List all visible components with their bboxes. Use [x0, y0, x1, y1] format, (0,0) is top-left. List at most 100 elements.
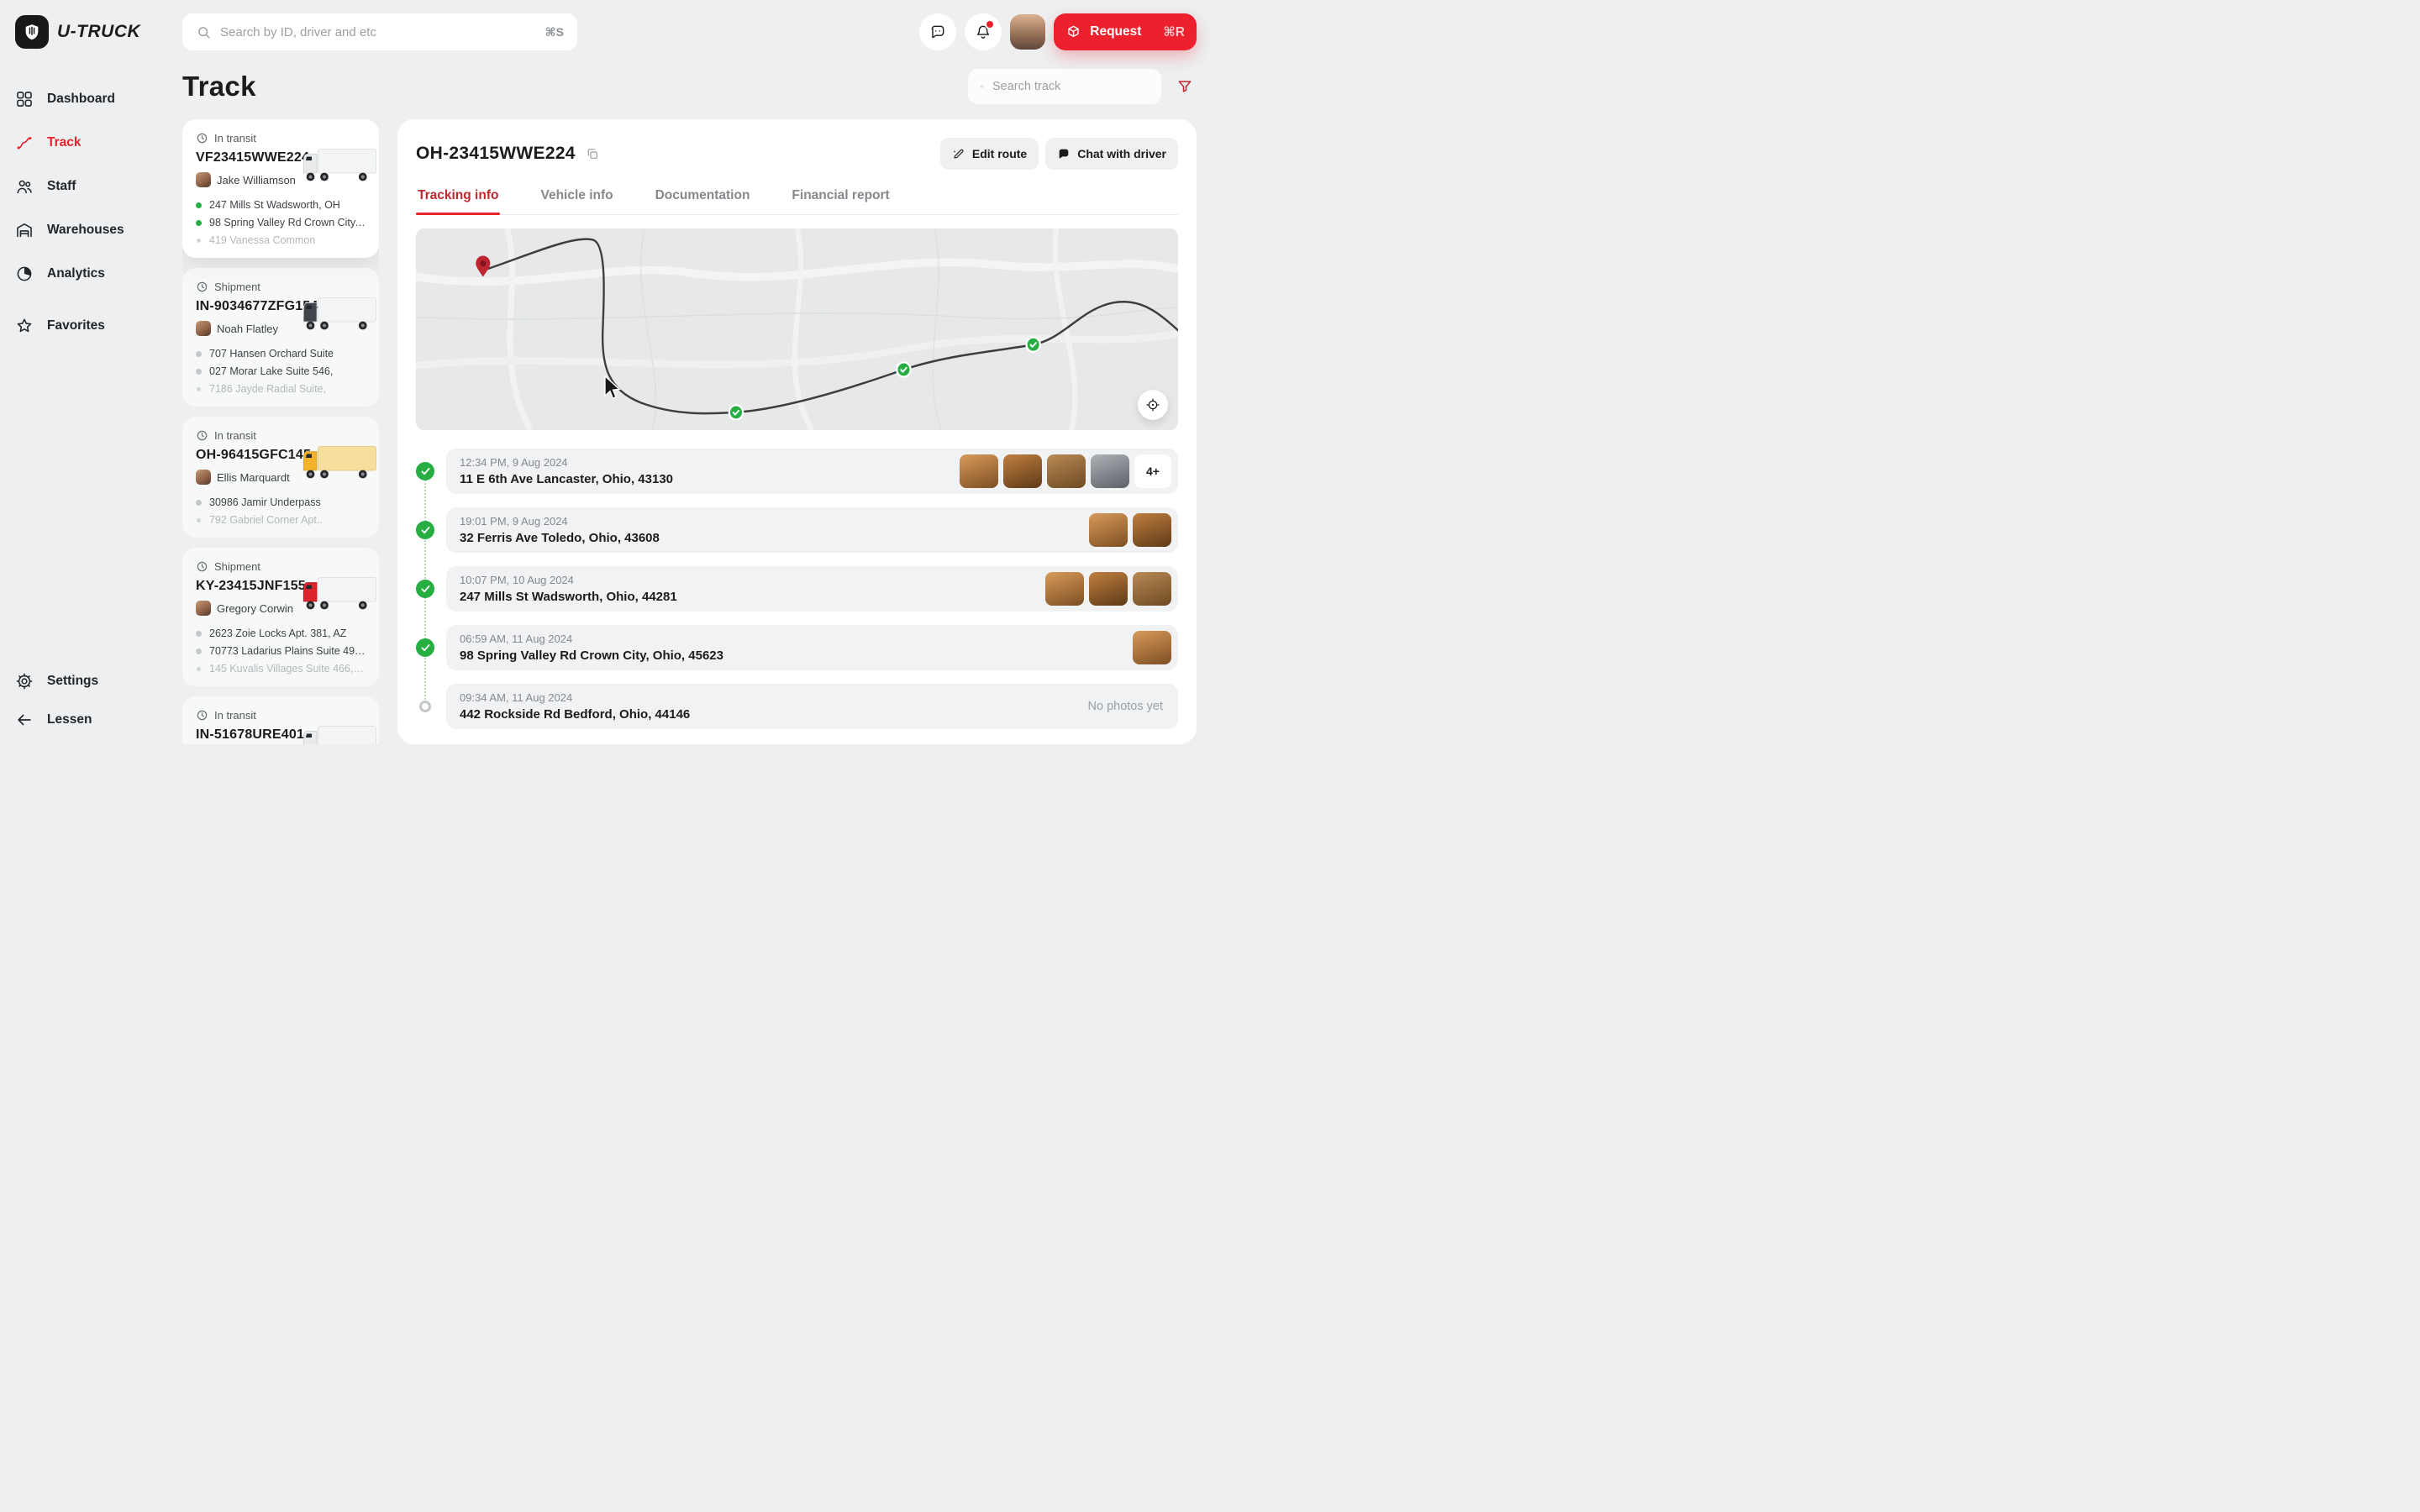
arrow-left-icon	[15, 711, 34, 729]
no-photos-label: No photos yet	[1088, 700, 1171, 713]
chat-with-driver-button[interactable]: Chat with driver	[1045, 138, 1178, 170]
search-shortcut: ⌘S	[545, 25, 564, 39]
shipment-card[interactable]: In transit OH-96415GFC145 Ellis Marquard…	[182, 417, 379, 538]
shipment-card[interactable]: In transit VF23415WWE224 Jake Williamson…	[182, 119, 379, 258]
stop: 2623 Zoie Locks Apt. 381, AZ	[196, 627, 366, 639]
track-icon	[15, 134, 34, 152]
shipment-list: In transit VF23415WWE224 Jake Williamson…	[182, 119, 379, 744]
analytics-icon	[15, 265, 34, 283]
detail-shipment-id: OH-23415WWE224	[416, 144, 576, 164]
messages-button[interactable]	[919, 13, 956, 50]
truck-image	[302, 725, 377, 744]
global-search[interactable]: ⌘S	[182, 13, 577, 50]
package-icon	[1065, 24, 1081, 40]
timeline-address: 442 Rockside Rd Bedford, Ohio, 44146	[460, 707, 690, 722]
locate-button[interactable]	[1138, 390, 1168, 420]
sidebar-item-favorites[interactable]: Favorites	[0, 304, 182, 348]
sidebar-item-analytics[interactable]: Analytics	[0, 252, 182, 296]
sidebar-item-warehouses[interactable]: Warehouses	[0, 208, 182, 252]
timeline-photos	[960, 454, 1129, 488]
photo-thumbnail[interactable]	[1089, 572, 1128, 606]
brand-logo[interactable]: U-TRUCK	[0, 13, 182, 50]
timeline-row[interactable]: 19:01 PM, 9 Aug 2024 32 Ferris Ave Toled…	[446, 507, 1178, 553]
status-clock-icon	[196, 560, 208, 573]
driver-avatar	[196, 321, 211, 336]
user-avatar[interactable]	[1010, 14, 1045, 50]
driver-avatar	[196, 470, 211, 485]
stop-list: 707 Hansen Orchard Suite 027 Morar Lake …	[196, 348, 366, 395]
notifications-button[interactable]	[965, 13, 1002, 50]
stop: 145 Kuvalis Villages Suite 466, AZ	[196, 663, 366, 675]
photo-thumbnail[interactable]	[1045, 572, 1084, 606]
sidebar-item-settings[interactable]: Settings	[0, 662, 182, 701]
sidebar-item-label: Warehouses	[47, 223, 124, 238]
global-search-input[interactable]	[220, 25, 537, 39]
timeline-item: 09:34 AM, 11 Aug 2024 442 Rockside Rd Be…	[416, 684, 1178, 729]
photo-thumbnail[interactable]	[1091, 454, 1129, 488]
search-icon	[980, 79, 984, 94]
sidebar-item-label: Lessen	[47, 712, 92, 727]
timeline-row[interactable]: 10:07 PM, 10 Aug 2024 247 Mills St Wadsw…	[446, 566, 1178, 612]
dashboard-icon	[15, 90, 34, 108]
driver-name: Noah Flatley	[217, 323, 278, 335]
route-map[interactable]	[416, 228, 1178, 430]
stop-dot	[196, 202, 202, 208]
photo-thumbnail[interactable]	[1133, 631, 1171, 664]
sidebar-collapse[interactable]: Lessen	[0, 701, 182, 739]
stop-address: 70773 Ladarius Plains Suite 496, AZ	[209, 645, 366, 657]
shipment-status: Shipment	[214, 560, 260, 573]
photo-thumbnail[interactable]	[1047, 454, 1086, 488]
body-row: In transit VF23415WWE224 Jake Williamson…	[182, 119, 1197, 744]
timeline-row[interactable]: 06:59 AM, 11 Aug 2024 98 Spring Valley R…	[446, 625, 1178, 670]
chat-bubble-icon	[929, 24, 946, 40]
shipment-card[interactable]: Shipment KY-23415JNF155 Gregory Corwin 2…	[182, 548, 379, 686]
timeline-time: 12:34 PM, 9 Aug 2024	[460, 456, 673, 469]
status-clock-icon	[196, 281, 208, 293]
photo-thumbnail[interactable]	[1133, 513, 1171, 547]
driver-name: Jake Williamson	[217, 174, 296, 186]
shipment-card[interactable]: In transit IN-51678URE401 Jake Williamso…	[182, 696, 379, 744]
page-head: Track	[182, 69, 1197, 104]
checkpoint-icon	[1027, 338, 1040, 352]
photo-thumbnail[interactable]	[960, 454, 998, 488]
driver-name: Gregory Corwin	[217, 602, 293, 615]
tab-financial-report[interactable]: Financial report	[790, 188, 891, 214]
sidebar: U-TRUCK Dashboard Track Staff Warehouses	[0, 0, 182, 756]
sidebar-item-staff[interactable]: Staff	[0, 165, 182, 208]
driver-avatar	[196, 172, 211, 187]
timeline-time: 19:01 PM, 9 Aug 2024	[460, 515, 660, 528]
shipment-card[interactable]: Shipment IN-9034677ZFG154 Noah Flatley 7…	[182, 268, 379, 407]
stop-dot	[196, 631, 202, 637]
tab-documentation[interactable]: Documentation	[654, 188, 752, 214]
timeline-pending-icon	[419, 701, 431, 712]
tab-tracking-info[interactable]: Tracking info	[416, 188, 500, 214]
timeline-check-icon	[416, 580, 434, 598]
photo-thumbnail[interactable]	[1133, 572, 1171, 606]
chat-with-driver-label: Chat with driver	[1077, 147, 1166, 160]
stop: 7186 Jayde Radial Suite,	[196, 383, 366, 395]
stop-address: 145 Kuvalis Villages Suite 466, AZ	[209, 663, 366, 675]
tab-vehicle-info[interactable]: Vehicle info	[539, 188, 614, 214]
app: U-TRUCK Dashboard Track Staff Warehouses	[0, 0, 1210, 756]
photo-thumbnail[interactable]	[1089, 513, 1128, 547]
sidebar-item-label: Dashboard	[47, 92, 115, 107]
edit-route-button[interactable]: Edit route	[940, 138, 1039, 170]
topbar: ⌘S Request ⌘R	[182, 0, 1210, 60]
sidebar-bottom: Settings Lessen	[0, 662, 182, 739]
edit-route-label: Edit route	[972, 147, 1027, 160]
timeline-row[interactable]: 09:34 AM, 11 Aug 2024 442 Rockside Rd Be…	[446, 684, 1178, 729]
shipment-status: In transit	[214, 132, 256, 144]
star-icon	[15, 317, 34, 335]
timeline-row[interactable]: 12:34 PM, 9 Aug 2024 11 E 6th Ave Lancas…	[446, 449, 1178, 494]
photo-thumbnail[interactable]	[1003, 454, 1042, 488]
request-button[interactable]: Request ⌘R	[1054, 13, 1197, 50]
track-search-input[interactable]	[992, 80, 1150, 93]
truck-image	[302, 445, 377, 482]
track-search[interactable]	[968, 69, 1161, 104]
sidebar-item-dashboard[interactable]: Dashboard	[0, 77, 182, 121]
stop: 792 Gabriel Corner Apt..	[196, 514, 366, 526]
more-photos-badge[interactable]: 4+	[1134, 454, 1171, 488]
copy-id-button[interactable]	[584, 145, 601, 162]
sidebar-item-track[interactable]: Track	[0, 121, 182, 165]
filter-button[interactable]	[1173, 75, 1197, 98]
